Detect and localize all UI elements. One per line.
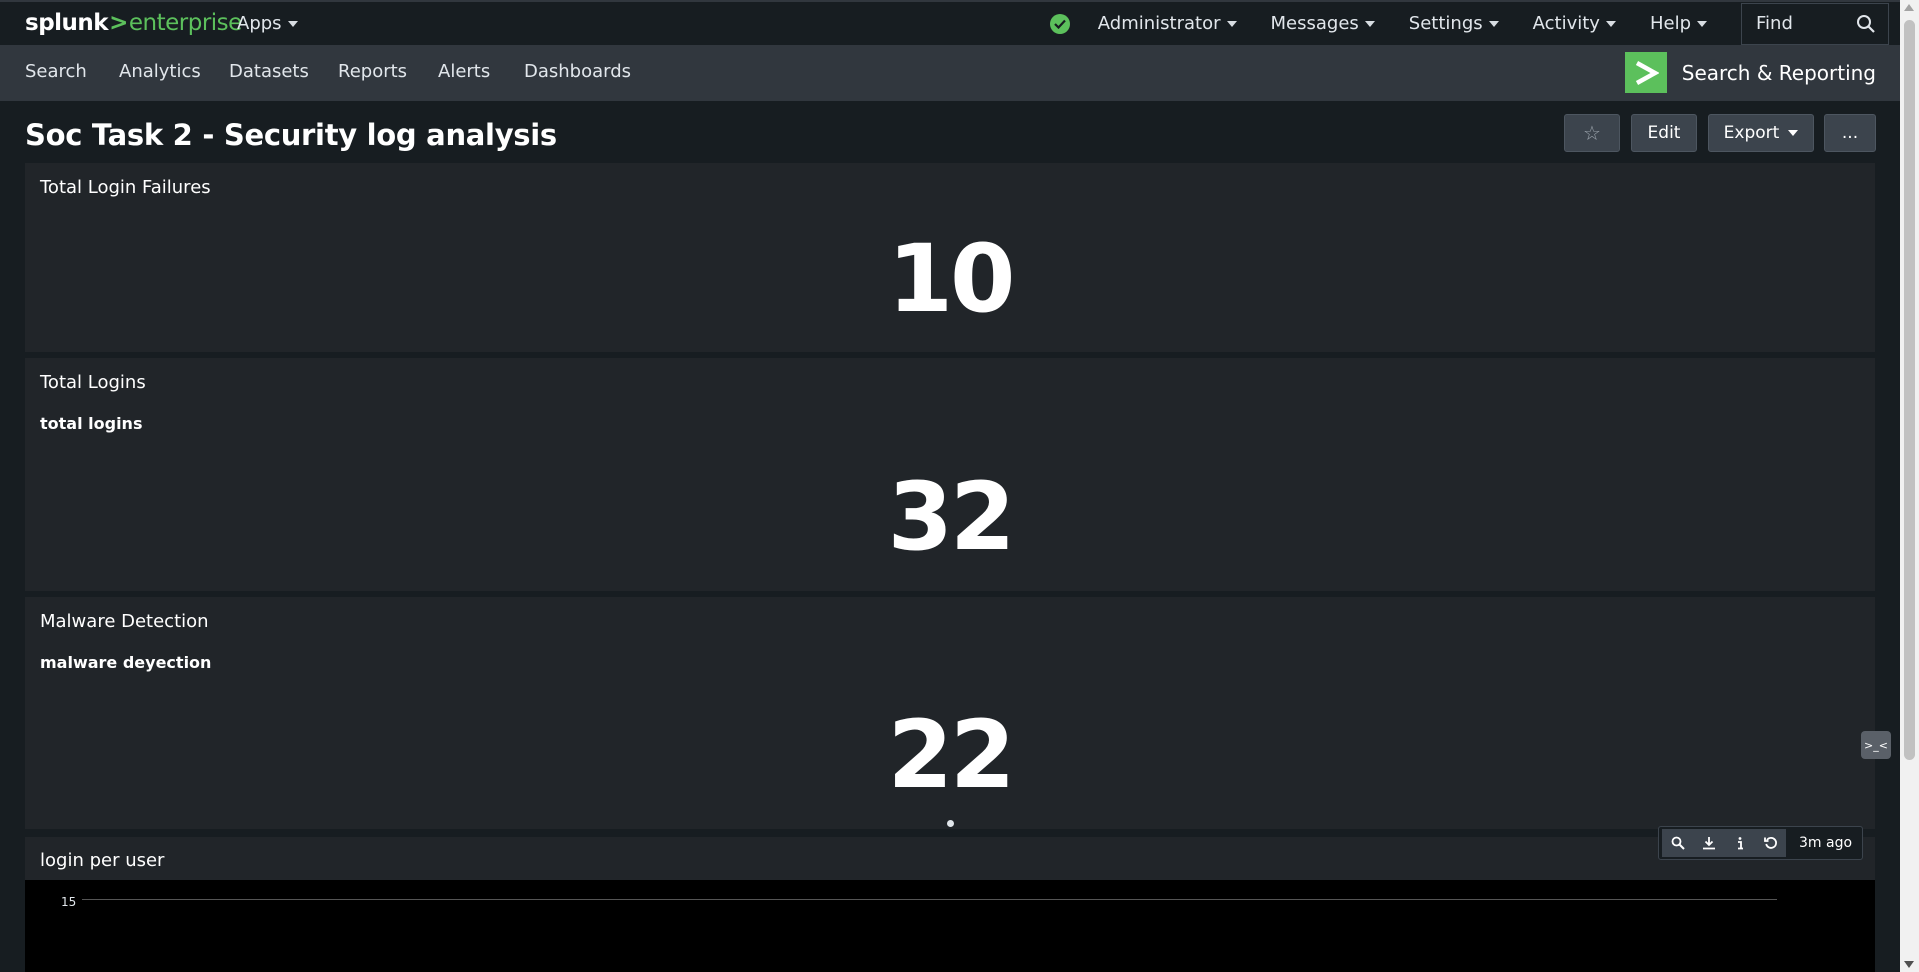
caret-down-icon: [1788, 130, 1799, 136]
nav-analytics[interactable]: Analytics: [119, 61, 201, 82]
menu-administrator-label: Administrator: [1097, 13, 1221, 34]
caret-down-icon: [1488, 21, 1499, 27]
page-scrollbar[interactable]: [1900, 0, 1919, 972]
nav-search[interactable]: Search: [25, 61, 87, 82]
splunk-logo[interactable]: splunk > enterprise: [25, 10, 242, 36]
menu-settings-label: Settings: [1408, 13, 1483, 34]
menu-administrator[interactable]: Administrator: [1098, 13, 1237, 34]
app-nav-bar: Search Analytics Datasets Reports Alerts…: [0, 45, 1900, 101]
menu-help[interactable]: Help: [1650, 13, 1707, 34]
refresh-icon[interactable]: [1755, 829, 1786, 857]
pagination-dot: [947, 820, 954, 827]
app-name: Search & Reporting: [1681, 60, 1876, 85]
logo-splunk-text: splunk: [25, 10, 109, 36]
last-refresh-time: 3m ago: [1799, 835, 1853, 851]
panel-subtitle: total logins: [40, 414, 143, 433]
single-value[interactable]: 10: [25, 225, 1875, 334]
open-in-search-icon[interactable]: [1662, 829, 1693, 857]
search-icon[interactable]: [1856, 14, 1876, 34]
caret-down-icon: [1226, 21, 1237, 27]
panel-total-logins: Total Logins total logins 32: [25, 358, 1875, 591]
scroll-up-arrow-icon[interactable]: [1904, 4, 1914, 11]
menu-settings[interactable]: Settings: [1409, 13, 1499, 34]
apps-menu[interactable]: Apps: [237, 13, 298, 34]
y-axis-tick-label: 15: [61, 895, 77, 909]
caret-down-icon: [1697, 21, 1707, 27]
more-actions-button[interactable]: ...: [1824, 114, 1876, 152]
top-bar: splunk > enterprise Apps Administrator Mes…: [0, 0, 1900, 45]
menu-help-label: Help: [1649, 13, 1691, 34]
scrollbar-thumb[interactable]: [1904, 20, 1915, 760]
edit-button[interactable]: Edit: [1631, 114, 1697, 152]
menu-activity-label: Activity: [1532, 13, 1600, 34]
find-input[interactable]: Find: [1741, 2, 1889, 45]
favorite-star-button[interactable]: ☆: [1564, 114, 1620, 152]
apps-menu-label: Apps: [237, 13, 282, 34]
panel-title: Malware Detection: [40, 611, 209, 632]
app-logo-icon: [1624, 52, 1667, 93]
logo-chevron: >: [109, 10, 128, 36]
y-gridline: [82, 899, 1777, 900]
find-placeholder: Find: [1756, 13, 1793, 34]
logo-enterprise-text: enterprise: [128, 10, 242, 36]
login-per-user-chart[interactable]: 15: [25, 880, 1875, 972]
nav-datasets[interactable]: Datasets: [229, 61, 309, 82]
panel-total-login-failures: Total Login Failures 10: [25, 163, 1875, 352]
export-button[interactable]: Export: [1708, 114, 1814, 152]
panel-tool-group: [1662, 829, 1786, 857]
caret-down-icon: [1605, 21, 1616, 27]
panel-title: Total Login Failures: [40, 177, 211, 198]
dashboard-title: Soc Task 2 - Security log analysis: [25, 118, 557, 152]
panel-toolbar: 3m ago: [1658, 826, 1863, 860]
menu-messages-label: Messages: [1270, 13, 1359, 34]
export-button-label: Export: [1723, 123, 1780, 143]
panel-subtitle: malware deyection: [40, 653, 212, 672]
panel-title: login per user: [40, 850, 165, 871]
panel-title: Total Logins: [40, 372, 146, 393]
side-panel-toggle[interactable]: >_<: [1861, 731, 1891, 759]
panel-login-per-user: login per user: [25, 837, 1875, 880]
export-download-icon[interactable]: [1693, 829, 1724, 857]
single-value[interactable]: 22: [25, 701, 1875, 810]
menu-activity[interactable]: Activity: [1533, 13, 1616, 34]
single-value[interactable]: 32: [25, 463, 1875, 572]
caret-down-icon: [287, 21, 298, 27]
info-icon[interactable]: [1724, 829, 1755, 857]
caret-down-icon: [1364, 21, 1375, 27]
nav-reports[interactable]: Reports: [338, 61, 407, 82]
nav-dashboards[interactable]: Dashboards: [524, 61, 631, 82]
menu-messages[interactable]: Messages: [1271, 13, 1375, 34]
health-status-icon[interactable]: [1049, 13, 1070, 34]
app-title[interactable]: Search & Reporting: [1624, 52, 1876, 93]
nav-alerts[interactable]: Alerts: [438, 61, 490, 82]
panel-malware-detection: Malware Detection malware deyection 22: [25, 597, 1875, 829]
scroll-down-arrow-icon[interactable]: [1904, 961, 1914, 968]
